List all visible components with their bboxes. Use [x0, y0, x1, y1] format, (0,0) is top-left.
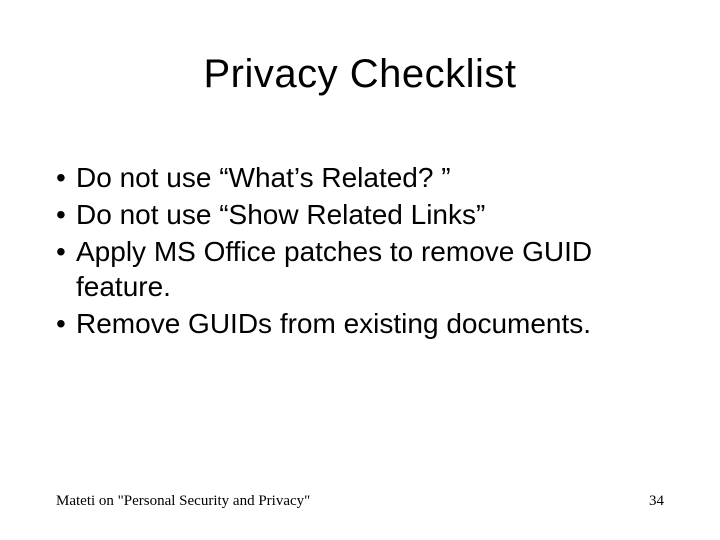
- bullet-icon: [56, 160, 76, 195]
- bullet-text: Do not use “What’s Related? ”: [76, 160, 664, 195]
- list-item: Do not use “Show Related Links”: [56, 197, 664, 232]
- bullet-text: Do not use “Show Related Links”: [76, 197, 664, 232]
- slide-footer: Mateti on "Personal Security and Privacy…: [56, 493, 664, 510]
- list-item: Do not use “What’s Related? ”: [56, 160, 664, 195]
- page-number: 34: [649, 493, 664, 510]
- bullet-icon: [56, 197, 76, 232]
- bullet-text: Apply MS Office patches to remove GUID f…: [76, 234, 664, 304]
- slide-title: Privacy Checklist: [0, 52, 720, 97]
- bullet-list: Do not use “What’s Related? ” Do not use…: [56, 160, 664, 343]
- slide: Privacy Checklist Do not use “What’s Rel…: [0, 0, 720, 540]
- bullet-icon: [56, 234, 76, 269]
- bullet-icon: [56, 306, 76, 341]
- list-item: Apply MS Office patches to remove GUID f…: [56, 234, 664, 304]
- list-item: Remove GUIDs from existing documents.: [56, 306, 664, 341]
- footer-source: Mateti on "Personal Security and Privacy…: [56, 493, 310, 510]
- bullet-text: Remove GUIDs from existing documents.: [76, 306, 664, 341]
